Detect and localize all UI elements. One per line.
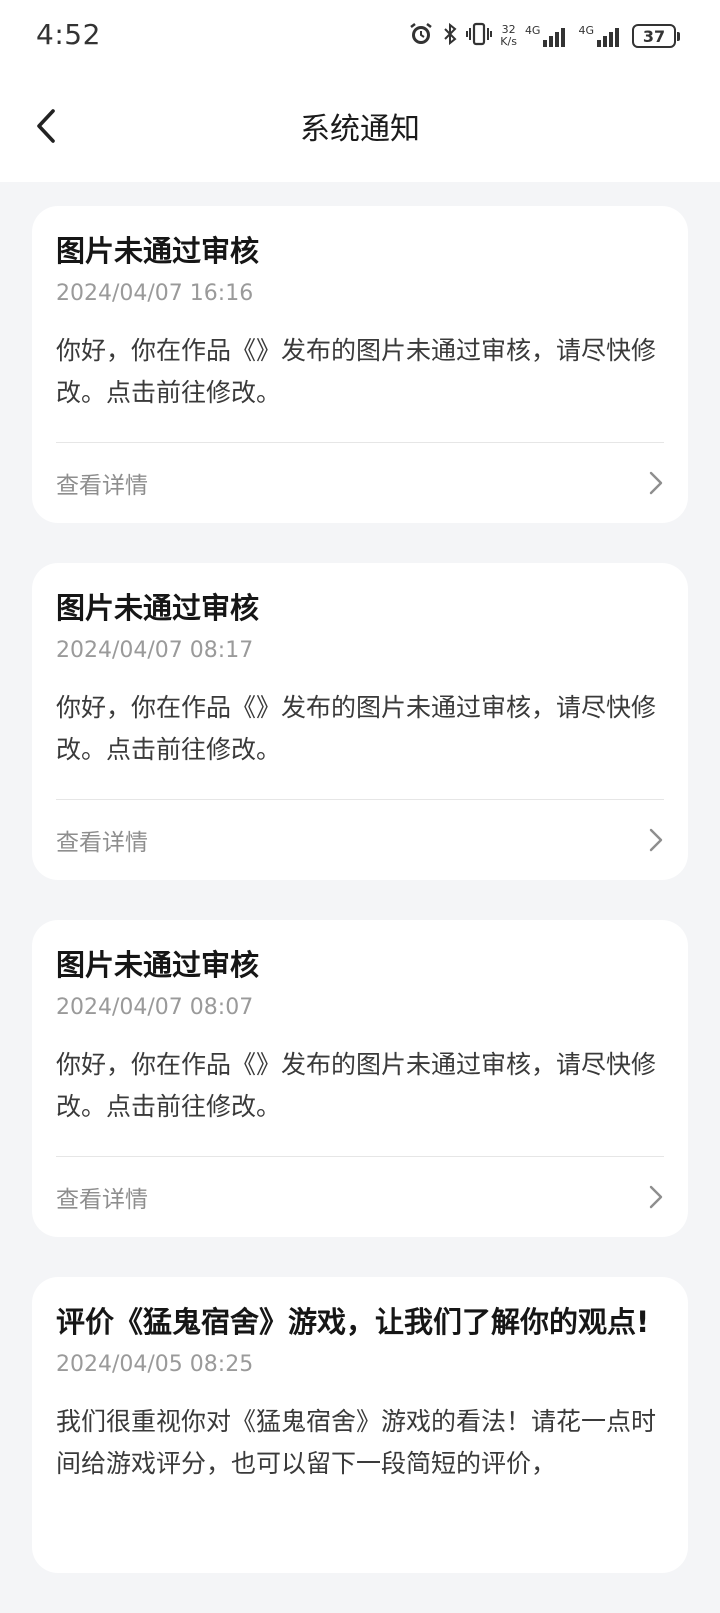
notification-title: 图片未通过审核 (56, 591, 260, 625)
header: 系统通知 (0, 76, 720, 182)
notification-body: 你好，你在作品《》发布的图片未通过审核，请尽快修改。点击前往修改。 (56, 336, 657, 407)
view-details-button[interactable]: 查看详情 (56, 1157, 664, 1237)
notification-body: 我们很重视你对《猛鬼宿舍》游戏的看法！请花一点时间给游戏评分，也可以留下一段简短… (56, 1407, 657, 1478)
network-type-2: 4G (578, 24, 594, 37)
notification-time: 2024/04/07 08:17 (56, 638, 254, 663)
view-details-label: 查看详情 (56, 830, 148, 856)
notification-card: 图片未通过审核 2024/04/07 16:16 你好，你在作品《》发布的图片未… (32, 206, 688, 523)
status-bar: 4:52 32 K/s 4G 4G 37 (0, 0, 720, 76)
vibrate-icon (466, 22, 493, 50)
notification-title: 评价《猛鬼宿舍》游戏，让我们了解你的观点! (56, 1305, 650, 1339)
notification-title: 图片未通过审核 (56, 234, 260, 268)
view-details-button[interactable]: 查看详情 (56, 800, 664, 880)
view-details-button[interactable]: 查看详情 (56, 443, 664, 523)
signal-icon (597, 28, 619, 47)
notification-body: 你好，你在作品《》发布的图片未通过审核，请尽快修改。点击前往修改。 (56, 693, 657, 764)
signal-1: 4G (525, 24, 571, 48)
chevron-right-icon (649, 1185, 663, 1209)
network-speed: 32 K/s (500, 24, 517, 48)
notification-title: 图片未通过审核 (56, 948, 260, 982)
chevron-right-icon (649, 471, 663, 495)
page-title: 系统通知 (300, 112, 420, 147)
notification-time: 2024/04/07 08:07 (56, 995, 254, 1020)
notification-body: 你好，你在作品《》发布的图片未通过审核，请尽快修改。点击前往修改。 (56, 1050, 657, 1121)
status-icons: 32 K/s 4G 4G 37 (408, 20, 680, 52)
speed-unit: K/s (500, 35, 517, 48)
notification-time: 2024/04/05 08:25 (56, 1352, 254, 1377)
alarm-icon (408, 21, 434, 51)
status-time: 4:52 (36, 18, 101, 51)
view-details-label: 查看详情 (56, 473, 148, 499)
bluetooth-icon (442, 22, 458, 50)
signal-icon (543, 28, 566, 47)
notification-card: 图片未通过审核 2024/04/07 08:07 你好，你在作品《》发布的图片未… (32, 920, 688, 1237)
notification-time: 2024/04/07 16:16 (56, 281, 254, 306)
chevron-right-icon (649, 828, 663, 852)
notification-card: 图片未通过审核 2024/04/07 08:17 你好，你在作品《》发布的图片未… (32, 563, 688, 880)
battery-level: 37 (632, 24, 676, 48)
network-type-1: 4G (524, 24, 541, 37)
notification-card: 评价《猛鬼宿舍》游戏，让我们了解你的观点! 2024/04/05 08:25 我… (32, 1277, 688, 1573)
signal-2: 4G (578, 24, 624, 48)
view-details-label: 查看详情 (56, 1187, 148, 1213)
battery-icon: 37 (632, 24, 680, 48)
notification-list: 图片未通过审核 2024/04/07 16:16 你好，你在作品《》发布的图片未… (32, 206, 688, 1613)
